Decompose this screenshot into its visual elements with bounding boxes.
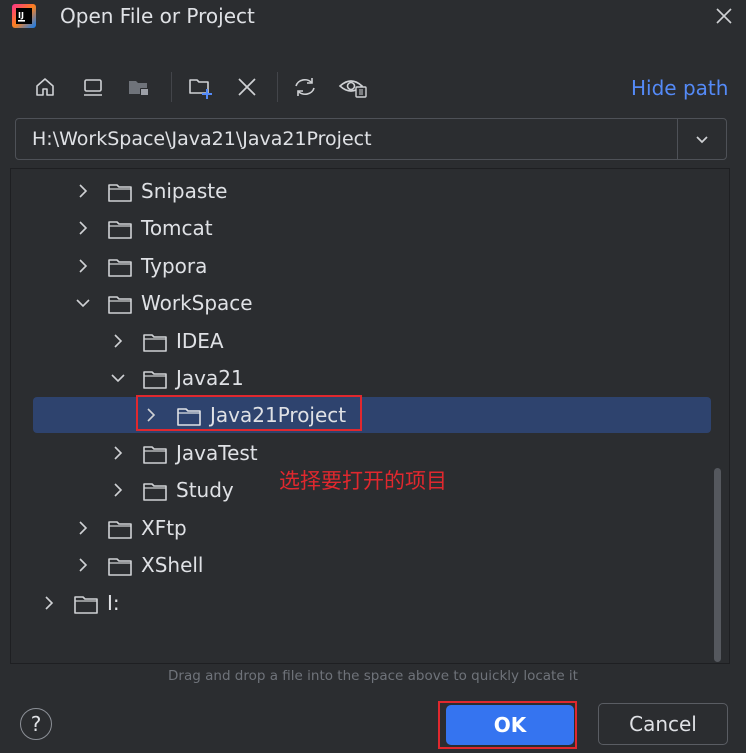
- path-combobox: [15, 118, 727, 160]
- new-folder-button[interactable]: [186, 72, 216, 102]
- tree-item[interactable]: Java21: [11, 360, 711, 397]
- toolbar-separator: [277, 72, 278, 102]
- tree-item[interactable]: Typora: [11, 248, 711, 285]
- toolbar: Hide path: [0, 66, 746, 110]
- folder-icon: [143, 483, 167, 501]
- hide-path-link[interactable]: Hide path: [631, 76, 728, 100]
- drag-drop-hint: Drag and drop a file into the space abov…: [168, 668, 578, 684]
- show-hidden-button[interactable]: [338, 72, 368, 102]
- cancel-button[interactable]: Cancel: [598, 703, 728, 745]
- toolbar-separator: [171, 72, 172, 102]
- folder-icon: [108, 259, 132, 277]
- chevron-right-icon[interactable]: [73, 181, 93, 201]
- show-hidden-icon: [338, 80, 367, 98]
- folder-icon: [108, 521, 132, 539]
- desktop-icon: [84, 79, 102, 96]
- chevron-down-icon[interactable]: [108, 368, 128, 388]
- chevron-right-icon[interactable]: [108, 331, 128, 351]
- folder-icon: [108, 296, 132, 314]
- new-folder-icon: [189, 79, 212, 99]
- logo-text: IJ: [18, 11, 24, 20]
- close-icon[interactable]: [712, 4, 736, 28]
- path-dropdown-button[interactable]: [677, 119, 726, 159]
- annotation-text: 选择要打开的项目: [279, 469, 447, 493]
- chevron-down-icon: [696, 136, 708, 144]
- folder-tree[interactable]: Snipaste Tomcat Typora WorkSpace IDEA Ja…: [10, 168, 730, 664]
- tree-item-label: JavaTest: [176, 441, 258, 465]
- tree-item-label: XFtp: [141, 516, 187, 540]
- chevron-right-icon[interactable]: [73, 218, 93, 238]
- folder-icon: [74, 596, 98, 614]
- project-folder-icon: [129, 81, 149, 96]
- chevron-right-icon[interactable]: [73, 518, 93, 538]
- folder-icon: [108, 221, 132, 239]
- tree-item[interactable]: I:: [11, 585, 711, 622]
- chevron-right-icon[interactable]: [108, 480, 128, 500]
- tree-item-label: IDEA: [176, 329, 224, 353]
- tree-item-label: XShell: [141, 553, 204, 577]
- tree-scrollbar[interactable]: [714, 468, 721, 662]
- folder-icon: [143, 371, 167, 389]
- tree-item-label: I:: [107, 591, 120, 615]
- chevron-right-icon[interactable]: [73, 555, 93, 575]
- window-title: Open File or Project: [60, 4, 255, 28]
- folder-icon: [108, 184, 132, 202]
- tree-item-label: Tomcat: [141, 216, 213, 240]
- chevron-right-icon[interactable]: [108, 443, 128, 463]
- refresh-icon: [295, 78, 315, 96]
- tree-item-label: Java21: [176, 366, 244, 390]
- home-icon: [36, 78, 54, 96]
- folder-icon: [143, 446, 167, 464]
- help-icon: ?: [30, 712, 42, 736]
- ok-button[interactable]: OK: [446, 705, 574, 745]
- desktop-button[interactable]: [78, 72, 108, 102]
- folder-icon: [108, 558, 132, 576]
- tree-item-label: Study: [176, 478, 234, 502]
- help-button[interactable]: ?: [20, 708, 52, 740]
- tree-item[interactable]: IDEA: [11, 323, 711, 360]
- title-bar: IJ Open File or Project: [0, 0, 746, 34]
- tree-item[interactable]: Snipaste: [11, 173, 711, 210]
- tree-item[interactable]: XFtp: [11, 510, 711, 547]
- folder-icon: [177, 408, 201, 426]
- chevron-right-icon[interactable]: [39, 593, 59, 613]
- path-input[interactable]: [16, 119, 678, 159]
- selection-highlight: [33, 397, 711, 433]
- tree-item[interactable]: WorkSpace: [11, 285, 711, 322]
- refresh-button[interactable]: [290, 72, 320, 102]
- tree-item-label: Java21Project: [210, 403, 347, 427]
- tree-item-label: WorkSpace: [141, 291, 253, 315]
- project-folder-button[interactable]: [124, 72, 154, 102]
- chevron-right-icon[interactable]: [73, 256, 93, 276]
- tree-item-label: Typora: [141, 254, 208, 278]
- chevron-right-icon[interactable]: [141, 405, 161, 425]
- delete-icon: [238, 78, 256, 96]
- tree-item[interactable]: Tomcat: [11, 210, 711, 247]
- delete-button[interactable]: [232, 72, 262, 102]
- tree-item-label: Snipaste: [141, 179, 228, 203]
- chevron-down-icon[interactable]: [73, 293, 93, 313]
- folder-icon: [143, 334, 167, 352]
- tree-item-selected[interactable]: Java21Project: [11, 395, 711, 434]
- intellij-logo-icon: IJ: [12, 4, 36, 28]
- tree-item[interactable]: XShell: [11, 547, 711, 584]
- home-button[interactable]: [30, 72, 60, 102]
